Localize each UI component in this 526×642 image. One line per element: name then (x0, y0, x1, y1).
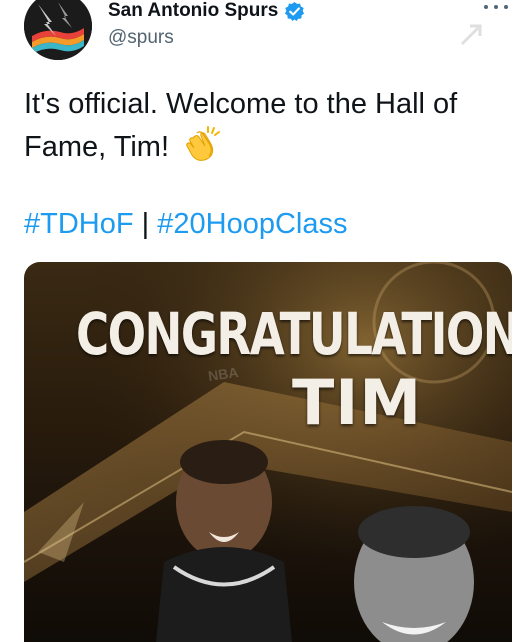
clapping-hands-icon (186, 126, 221, 161)
author-handle[interactable]: @spurs (108, 27, 174, 49)
spurs-logo-icon (24, 0, 92, 60)
verified-badge-icon (285, 1, 305, 21)
player-right (354, 506, 474, 642)
hashtags-line: #TDHoF | #20HoopClass (24, 204, 347, 244)
faint-grok-icon (460, 24, 482, 46)
tweet-body: It's official. Welcome to the Hall of Fa… (24, 88, 458, 163)
media-headline: CONGRATULATIONS, (76, 300, 512, 368)
tweet-text: It's official. Welcome to the Hall of Fa… (24, 84, 494, 167)
display-name[interactable]: San Antonio Spurs (108, 0, 278, 22)
media-subline: TIM (292, 366, 423, 439)
hashtag-20hoopclass[interactable]: #20HoopClass (157, 208, 347, 240)
avatar[interactable] (24, 0, 92, 60)
author-name-row[interactable]: San Antonio Spurs (108, 0, 305, 22)
hashtag-separator: | (141, 208, 150, 240)
tweet-media-image[interactable]: NBA CONGRATULATIONS, TIM (24, 262, 512, 642)
hashtag-tdhof[interactable]: #TDHoF (24, 208, 134, 240)
more-dots-icon[interactable] (484, 0, 508, 14)
